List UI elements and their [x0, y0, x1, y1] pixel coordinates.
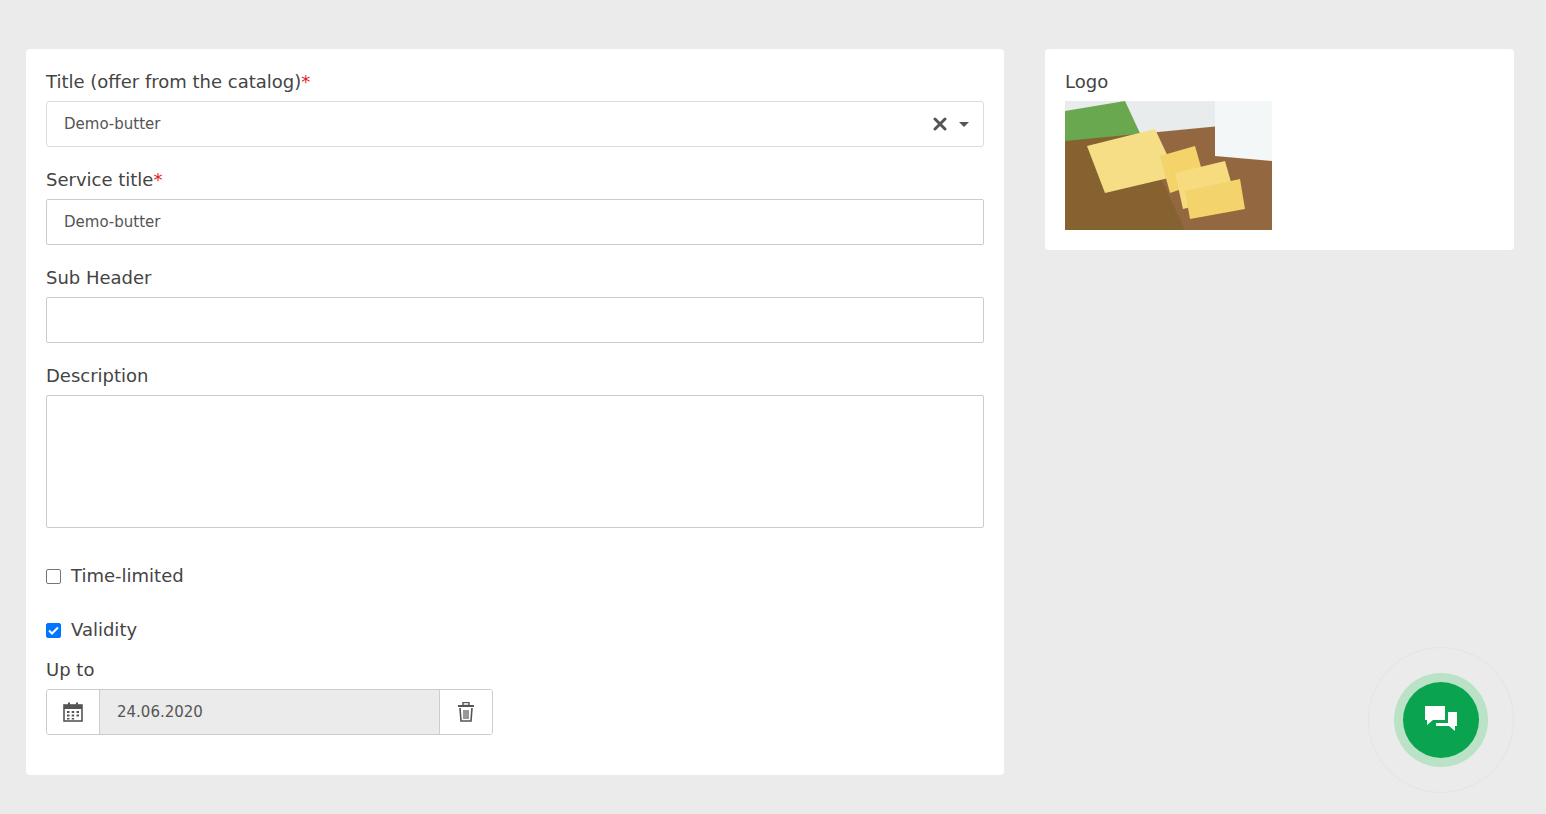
date-input: 24.06.2020 — [99, 690, 440, 734]
label-text: Title (offer from the catalog) — [46, 71, 301, 92]
label-text: Up to — [46, 659, 94, 680]
checkbox[interactable] — [46, 569, 61, 584]
field-label: Title (offer from the catalog)* — [46, 69, 984, 95]
checkbox-label: Time-limited — [71, 563, 184, 589]
date-picker: 24.06.2020 — [46, 689, 493, 735]
offer-form: Title (offer from the catalog)*Demo-butt… — [26, 49, 1004, 775]
trash-icon[interactable] — [457, 702, 475, 722]
checkbox-label: Validity — [71, 617, 137, 643]
description-field: Description — [46, 363, 984, 528]
select-value: Demo-butter — [64, 115, 160, 133]
chat-widget — [1368, 647, 1514, 793]
calendar-button[interactable] — [47, 690, 99, 734]
chat-halo — [1394, 673, 1488, 767]
select-tools — [933, 117, 969, 131]
checkbox-row[interactable]: Time-limited — [46, 563, 984, 589]
title-field: Title (offer from the catalog)* Demo-butt… — [46, 69, 984, 147]
title-select[interactable]: Demo-butter — [46, 101, 984, 147]
required-mark: * — [301, 71, 310, 92]
up-to-field: Up to24.06.2020 — [46, 657, 984, 735]
chat-button[interactable] — [1403, 682, 1479, 758]
field-label: Sub Header — [46, 265, 984, 291]
chat-icon[interactable] — [1423, 704, 1459, 736]
required-mark: * — [153, 169, 162, 190]
field-label: Up to — [46, 657, 984, 683]
service-title-input[interactable]: Demo-butter — [46, 199, 984, 245]
calendar-icon[interactable] — [63, 702, 83, 722]
checkbox[interactable] — [46, 623, 61, 638]
description-textarea[interactable] — [46, 395, 984, 528]
caret-icon[interactable] — [959, 122, 969, 127]
field-label: Description — [46, 363, 984, 389]
checkbox-row[interactable]: Validity — [46, 617, 984, 643]
clear-icon[interactable] — [933, 117, 947, 131]
service-title-field: Service title* Demo-butter — [46, 167, 984, 245]
logo-label: Logo — [1065, 69, 1494, 95]
logo-card: Logo — [1045, 49, 1514, 250]
sub-header-input[interactable] — [46, 297, 984, 343]
label-text: Service title — [46, 169, 153, 190]
tick-icon — [48, 626, 59, 635]
field-label: Service title* — [46, 167, 984, 193]
logo-image — [1065, 101, 1272, 230]
label-text: Sub Header — [46, 267, 152, 288]
sub-header-field: Sub Header — [46, 265, 984, 343]
checkbox-list: Time-limited Validity — [46, 563, 984, 643]
clear-date-button[interactable] — [440, 690, 492, 734]
label-text: Description — [46, 365, 149, 386]
